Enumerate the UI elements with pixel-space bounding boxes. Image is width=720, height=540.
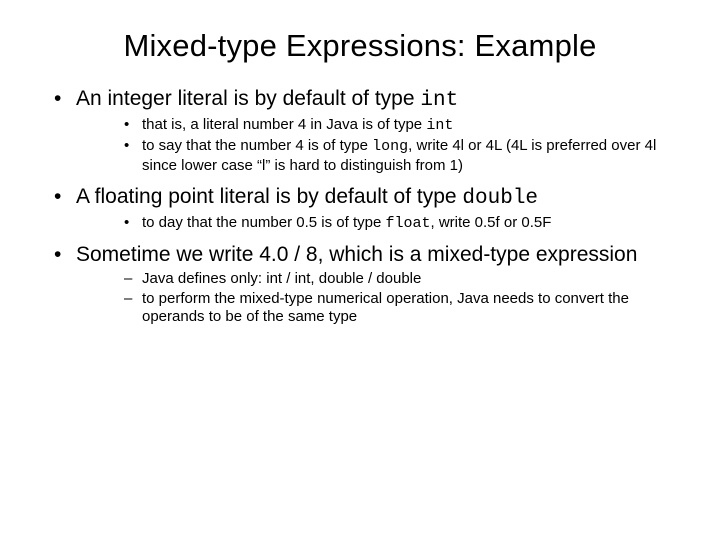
bullet-text: An integer literal is by default of type (76, 87, 420, 110)
sub-bullet-item: to perform the mixed-type numerical oper… (124, 290, 680, 328)
sub-bullet-list: Java defines only: int / int, double / d… (76, 270, 680, 327)
sub-bullet-item: Java defines only: int / int, double / d… (124, 270, 680, 289)
bullet-item: An integer literal is by default of type… (50, 86, 680, 176)
sub-bullet-text: , write 0.5f or 0.5F (431, 214, 552, 231)
slide-title: Mixed-type Expressions: Example (40, 28, 680, 64)
sub-bullet-text: to say that the number 4 is of type (142, 137, 372, 154)
code-text: int (426, 117, 453, 134)
code-text: double (462, 187, 538, 210)
sub-bullet-list: that is, a literal number 4 in Java is o… (76, 116, 680, 175)
bullet-item: Sometime we write 4.0 / 8, which is a mi… (50, 242, 680, 328)
bullet-text: Sometime we write 4.0 / 8, which is a mi… (76, 243, 637, 266)
bullet-text: A floating point literal is by default o… (76, 185, 462, 208)
code-text: long (372, 138, 408, 155)
slide: Mixed-type Expressions: Example An integ… (0, 0, 720, 540)
sub-bullet-list: to day that the number 0.5 is of type fl… (76, 214, 680, 234)
sub-bullet-item: that is, a literal number 4 in Java is o… (124, 116, 680, 136)
sub-bullet-text: Java defines only: int / int, double / d… (142, 270, 421, 287)
code-text: float (385, 215, 430, 232)
bullet-item: A floating point literal is by default o… (50, 184, 680, 234)
code-text: int (420, 89, 458, 112)
bullet-list: An integer literal is by default of type… (40, 86, 680, 327)
sub-bullet-text: to perform the mixed-type numerical oper… (142, 290, 629, 326)
sub-bullet-text: to day that the number 0.5 is of type (142, 214, 385, 231)
sub-bullet-item: to day that the number 0.5 is of type fl… (124, 214, 680, 234)
sub-bullet-text: that is, a literal number 4 in Java is o… (142, 116, 426, 133)
sub-bullet-item: to say that the number 4 is of type long… (124, 137, 680, 176)
